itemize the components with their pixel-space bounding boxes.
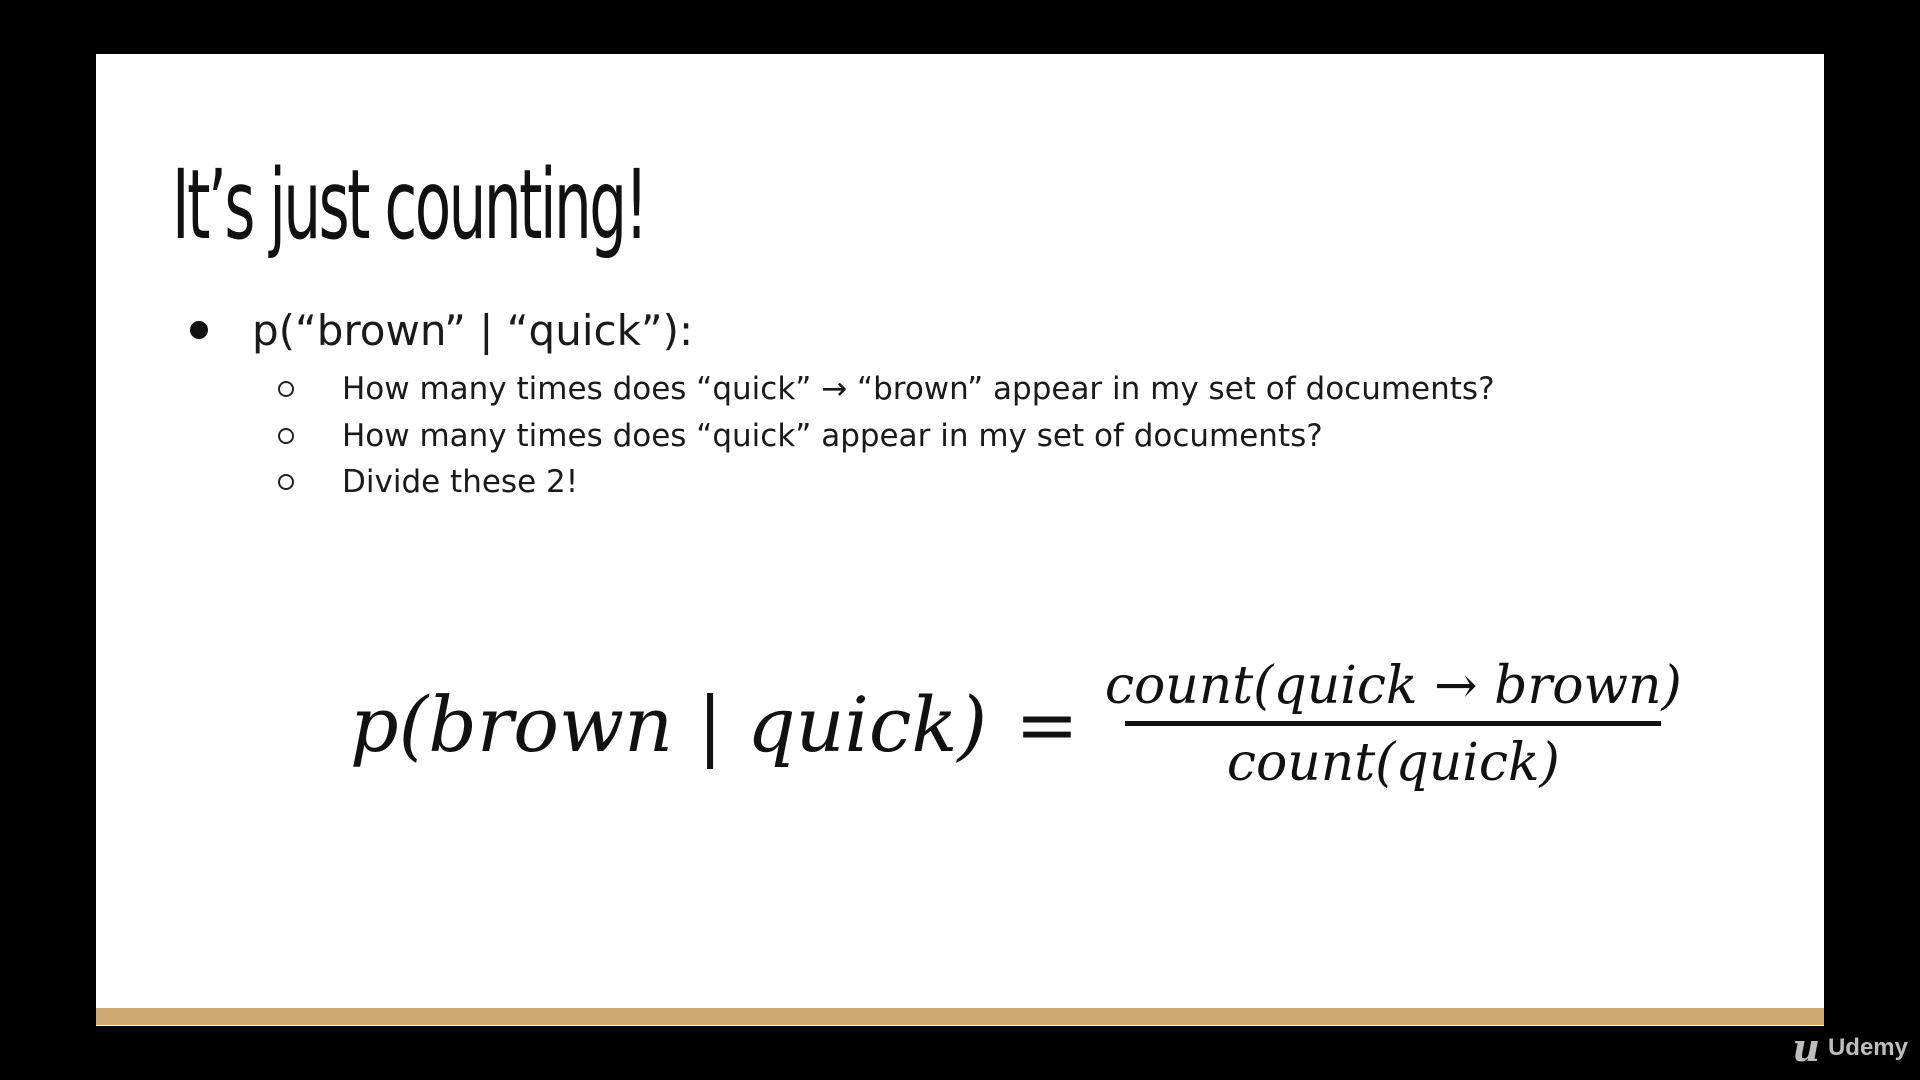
sub-bullet-list: How many times does “quick” → “brown” ap… bbox=[190, 366, 1495, 506]
sub-bullet-text: How many times does “quick” appear in my… bbox=[342, 417, 1323, 454]
slide: It’s just counting! p(“brown” | “quick”)… bbox=[96, 54, 1824, 1026]
brand-name: Udemy bbox=[1827, 1034, 1908, 1061]
hollow-circle-icon bbox=[278, 427, 294, 444]
udemy-watermark: u Udemy bbox=[1792, 1025, 1908, 1070]
formula-equals: = bbox=[1015, 679, 1079, 769]
bullet-dot-icon bbox=[190, 321, 208, 339]
hollow-circle-icon bbox=[278, 381, 294, 398]
sub-bullet-item: Divide these 2! bbox=[190, 459, 1495, 506]
slide-title: It’s just counting! bbox=[172, 149, 648, 261]
sub-bullet-item: How many times does “quick” appear in my… bbox=[190, 413, 1495, 460]
udemy-logo-icon: u bbox=[1792, 1025, 1820, 1070]
slide-accent-bar bbox=[96, 1008, 1824, 1025]
bullet-list: p(“brown” | “quick”): How many times doe… bbox=[190, 294, 1495, 506]
fraction-bar bbox=[1125, 720, 1662, 726]
probability-formula: p(brown | quick) = count(quick → brown) … bbox=[350, 624, 1682, 824]
sub-bullet-text: Divide these 2! bbox=[342, 464, 579, 501]
video-player[interactable]: It’s just counting! p(“brown” | “quick”)… bbox=[0, 0, 1920, 1080]
sub-bullet-text: How many times does “quick” → “brown” ap… bbox=[342, 371, 1495, 408]
formula-denominator: count(quick) bbox=[1226, 732, 1560, 793]
formula-numerator: count(quick → brown) bbox=[1104, 655, 1682, 716]
hollow-circle-icon bbox=[278, 474, 294, 491]
bullet-text: p(“brown” | “quick”): bbox=[252, 305, 694, 355]
bullet-item: p(“brown” | “quick”): How many times doe… bbox=[190, 294, 1495, 506]
sub-bullet-item: How many times does “quick” → “brown” ap… bbox=[190, 366, 1495, 413]
formula-fraction: count(quick → brown) count(quick) bbox=[1105, 653, 1682, 796]
formula-lhs: p(brown | quick) bbox=[350, 679, 988, 769]
